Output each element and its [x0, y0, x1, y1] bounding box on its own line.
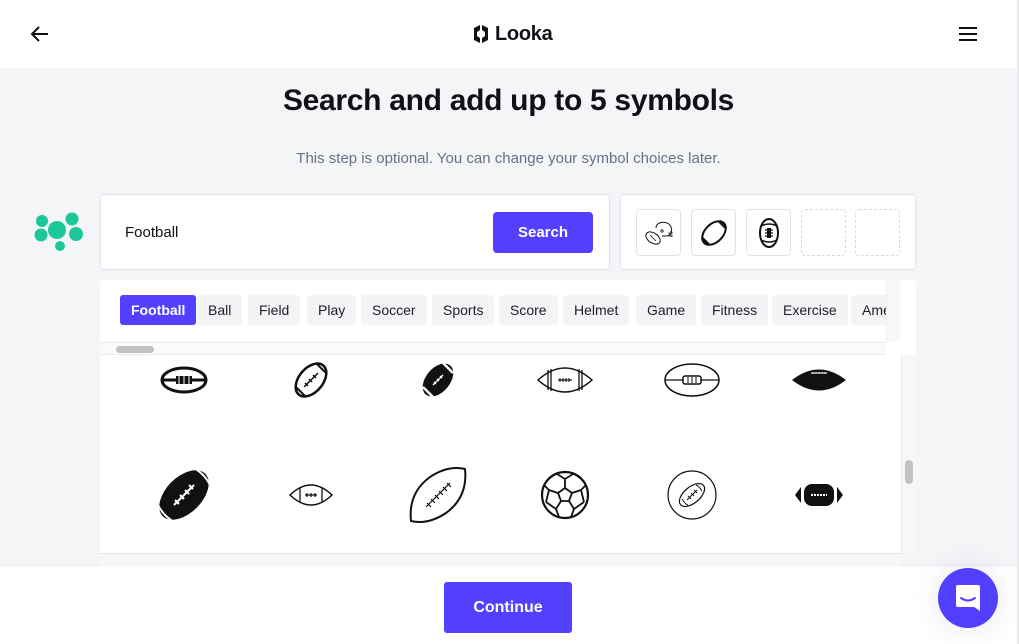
continue-button[interactable]: Continue	[444, 582, 572, 633]
chip-game[interactable]: Game	[636, 295, 697, 325]
chip-sports[interactable]: Sports	[432, 295, 495, 325]
chip-fitness[interactable]: Fitness	[701, 295, 769, 325]
chip-field[interactable]: Field	[248, 295, 301, 325]
symbol-results-panel: Football Ball Field Play Soccer Sports S…	[100, 280, 916, 554]
striped-football-icon	[700, 219, 727, 246]
football-small-outline-icon	[288, 484, 333, 506]
football-tilted-outline-icon	[293, 362, 328, 398]
symbol-results-grid	[100, 355, 901, 554]
footer-bar: Continue	[0, 567, 1019, 644]
result-symbol-1[interactable]	[120, 355, 247, 415]
symbol-search-input[interactable]	[125, 217, 485, 247]
search-card: Search	[100, 194, 610, 270]
top-header: Looka	[0, 0, 1019, 68]
chips-vertical-scrollbar[interactable]	[886, 280, 900, 342]
selected-slot-5-empty[interactable]	[855, 209, 900, 256]
selected-slot-2[interactable]	[691, 209, 736, 256]
selected-slot-1[interactable]	[636, 209, 681, 256]
chip-ball[interactable]: Ball	[197, 295, 243, 325]
chips-horizontal-scrollbar[interactable]	[100, 342, 886, 355]
menu-button[interactable]	[956, 22, 980, 46]
result-symbol-4[interactable]	[501, 355, 628, 415]
back-button[interactable]	[28, 22, 52, 46]
result-symbol-3[interactable]	[374, 355, 501, 415]
result-symbol-5[interactable]	[628, 355, 755, 415]
logo-text: Looka	[495, 22, 553, 45]
football-solid-flat-icon	[791, 369, 846, 391]
football-solid-large-icon	[156, 466, 211, 524]
result-symbol-6[interactable]	[755, 355, 882, 415]
football-solid-side-icon	[794, 484, 843, 506]
football-thin-outline-icon	[409, 467, 466, 523]
hamburger-menu-icon	[959, 27, 977, 41]
football-in-circle-icon	[666, 470, 717, 520]
results-horizontal-scrollbar[interactable]	[100, 553, 901, 567]
looka-logo-icon	[474, 25, 488, 43]
soccer-ball-icon	[540, 470, 589, 520]
result-symbol-10[interactable]	[501, 455, 628, 535]
result-symbol-9[interactable]	[374, 455, 501, 535]
chip-helmet[interactable]: Helmet	[563, 295, 630, 325]
page-title: Search and add up to 5 symbols	[282, 84, 735, 117]
result-symbol-12[interactable]	[755, 455, 882, 535]
looka-logo[interactable]: Looka	[472, 20, 553, 48]
football-center-band-icon	[663, 363, 720, 397]
result-symbol-7[interactable]	[120, 455, 247, 535]
result-symbol-8[interactable]	[247, 455, 374, 535]
page-subtitle: This step is optional. You can change yo…	[296, 150, 721, 167]
results-vertical-scrollbar[interactable]	[901, 355, 916, 554]
chip-play[interactable]: Play	[307, 295, 357, 325]
arrow-left-icon	[30, 26, 48, 42]
results-scroll-thumb[interactable]	[905, 460, 913, 484]
helmet-and-football-icon	[644, 221, 673, 245]
football-tilted-solid-icon	[421, 362, 454, 398]
result-symbol-2[interactable]	[247, 355, 374, 415]
green-dots-mascot-icon	[34, 212, 83, 251]
chat-support-button[interactable]	[938, 568, 998, 628]
selected-slot-3[interactable]	[746, 209, 791, 256]
chip-exercise[interactable]: Exercise	[772, 295, 848, 325]
chip-soccer[interactable]: Soccer	[361, 295, 427, 325]
football-outline-laces-icon	[160, 366, 207, 394]
chip-football[interactable]: Football	[120, 295, 197, 325]
chip-score[interactable]: Score	[499, 295, 558, 325]
football-striped-outline-icon	[536, 367, 593, 393]
chip-american[interactable]: American	[851, 295, 886, 325]
search-button[interactable]: Search	[493, 212, 593, 253]
selected-symbols-tray	[620, 194, 916, 270]
chat-support-icon	[956, 585, 980, 611]
suggestion-chips-row: Football Ball Field Play Soccer Sports S…	[100, 280, 886, 342]
selected-slot-4-empty[interactable]	[801, 209, 846, 256]
upright-football-icon	[758, 217, 779, 248]
result-symbol-11[interactable]	[628, 455, 755, 535]
chips-scroll-thumb[interactable]	[116, 346, 154, 353]
